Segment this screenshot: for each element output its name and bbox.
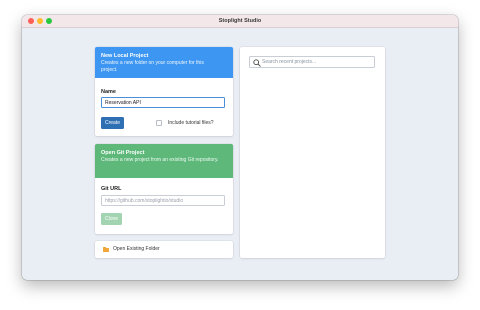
create-button[interactable]: Create [101, 117, 125, 129]
include-tutorial-checkbox[interactable] [156, 120, 162, 126]
include-tutorial-label: Include tutorial files? [168, 120, 214, 126]
recent-projects-panel [240, 47, 385, 258]
title-bar: Stoplight Studio [22, 15, 458, 28]
new-local-project-header: New Local Project Creates a new folder o… [95, 47, 233, 78]
git-url-input[interactable] [101, 195, 225, 206]
open-existing-folder-button[interactable]: Open Existing Folder [95, 241, 233, 258]
new-local-project-card: New Local Project Creates a new folder o… [95, 47, 233, 136]
window-title: Stoplight Studio [218, 18, 262, 24]
search-recent-projects-input[interactable] [262, 57, 372, 68]
new-local-project-heading: New Local Project [101, 53, 149, 59]
name-label: Name [101, 89, 116, 95]
open-git-project-description: Creates a new project from an existing G… [101, 157, 219, 163]
open-git-project-card: Open Git Project Creates a new project f… [95, 144, 233, 234]
open-git-project-header: Open Git Project Creates a new project f… [95, 144, 233, 178]
recent-projects-search[interactable] [249, 56, 375, 68]
app-window: Stoplight Studio New Local Project Creat… [22, 15, 458, 280]
project-name-input[interactable] [101, 97, 225, 108]
clone-button[interactable]: Clone [101, 213, 123, 225]
folder-icon [103, 247, 109, 252]
search-icon [253, 59, 261, 67]
open-existing-folder-label: Open Existing Folder [113, 246, 160, 252]
new-local-project-description: Creates a new folder on your computer fo… [101, 60, 204, 73]
open-git-project-heading: Open Git Project [101, 150, 145, 156]
git-url-label: Git URL [101, 186, 122, 192]
